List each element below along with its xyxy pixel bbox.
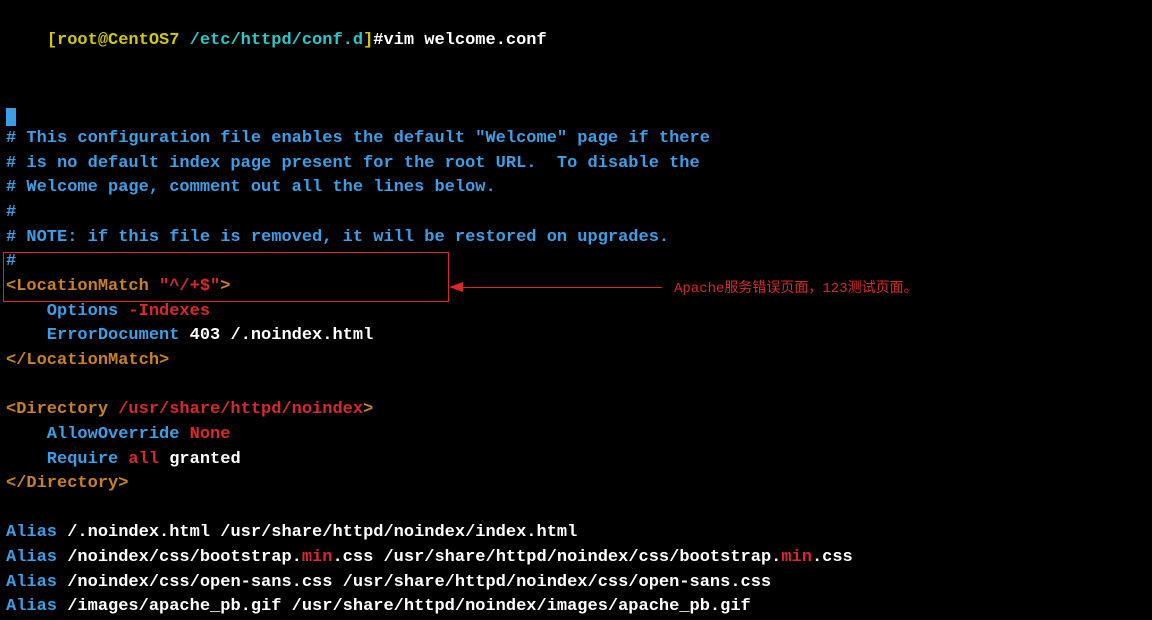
directive-arg: /noindex/css/open-sans.css /usr/share/ht… — [57, 573, 771, 592]
blank-line — [6, 374, 1146, 399]
prompt-command: vim welcome.conf — [383, 31, 546, 50]
comment-line: # — [6, 201, 1146, 226]
directive-text: Alias — [6, 573, 57, 592]
errordocument-line: ErrorDocument 403 /.noindex.html — [6, 324, 1146, 349]
directive-text: Alias — [6, 523, 57, 542]
file-line — [6, 103, 1146, 128]
shell-prompt-line: [root@CentOS7 /etc/httpd/conf.d]#vim wel… — [6, 4, 1146, 78]
directive-arg: min — [781, 548, 812, 567]
directive-text: <Directory — [6, 400, 118, 419]
directive-text: AllowOverride — [6, 425, 190, 444]
directive-text: ErrorDocument — [6, 326, 190, 345]
comment-line: # — [6, 250, 1146, 275]
directive-arg: granted — [159, 450, 241, 469]
directive-arg: /noindex/css/bootstrap. — [57, 548, 302, 567]
directive-arg: min — [302, 548, 333, 567]
comment-line: # Welcome page, comment out all the line… — [6, 176, 1146, 201]
alias-line: Alias /.noindex.html /usr/share/httpd/no… — [6, 521, 1146, 546]
comment-line: # NOTE: if this file is removed, it will… — [6, 226, 1146, 251]
directive-arg: -Indexes — [128, 302, 210, 321]
require-line: Require all granted — [6, 448, 1146, 473]
comment-line: # is no default index page present for t… — [6, 152, 1146, 177]
directive-arg: /images/apache_pb.gif /usr/share/httpd/n… — [57, 597, 751, 616]
directive-arg: /.noindex.html /usr/share/httpd/noindex/… — [57, 523, 577, 542]
directive-arg: .css /usr/share/httpd/noindex/css/bootst… — [332, 548, 781, 567]
alias-line: Alias /noindex/css/bootstrap.min.css /us… — [6, 546, 1146, 571]
blank-line — [6, 497, 1146, 522]
directive-arg: None — [190, 425, 231, 444]
directory-close: </Directory> — [6, 472, 1146, 497]
directive-text: <LocationMatch — [6, 277, 159, 296]
prompt-hash: # — [373, 31, 383, 50]
directive-text: Alias — [6, 548, 57, 567]
prompt-user-host: [root@CentOS7 — [47, 31, 190, 50]
locationmatch-close: </LocationMatch> — [6, 349, 1146, 374]
directive-text: > — [363, 400, 373, 419]
directive-arg: .css — [812, 548, 853, 567]
locationmatch-open: <LocationMatch "^/+$"> — [6, 275, 1146, 300]
options-line: Options -Indexes — [6, 300, 1146, 325]
prompt-bracket-end: ] — [363, 31, 373, 50]
directive-text: Alias — [6, 597, 57, 616]
terminal-output: [root@CentOS7 /etc/httpd/conf.d]#vim wel… — [6, 4, 1146, 620]
directive-text: Require — [6, 450, 128, 469]
directory-open: <Directory /usr/share/httpd/noindex> — [6, 398, 1146, 423]
directive-arg: 403 /.noindex.html — [190, 326, 374, 345]
directive-text: Options — [6, 302, 128, 321]
blank-line — [6, 78, 1146, 103]
alias-line: Alias /noindex/css/open-sans.css /usr/sh… — [6, 571, 1146, 596]
directive-text: > — [220, 277, 230, 296]
cursor-icon — [6, 108, 16, 126]
directive-arg: /usr/share/httpd/noindex — [118, 400, 363, 419]
allowoverride-line: AllowOverride None — [6, 423, 1146, 448]
prompt-cwd: /etc/httpd/conf.d — [190, 31, 363, 50]
comment-line: # This configuration file enables the de… — [6, 127, 1146, 152]
alias-line: Alias /images/apache_pb.gif /usr/share/h… — [6, 595, 1146, 620]
directive-arg: all — [128, 450, 159, 469]
directive-arg: "^/+$" — [159, 277, 220, 296]
